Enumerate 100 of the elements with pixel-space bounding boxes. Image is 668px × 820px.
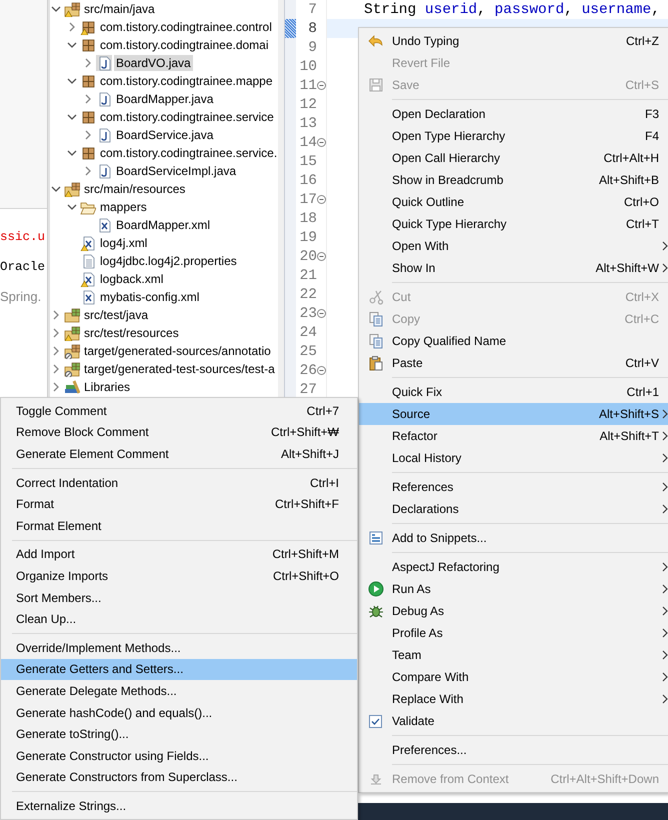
menu-item-label: Format <box>16 497 56 512</box>
shortcut-text: Alt+Shift+W <box>596 261 659 275</box>
menu-item[interactable]: Show in Breadcrumb Alt+Shift+B <box>359 169 668 191</box>
menu-item[interactable]: Generate Constructor using Fields... <box>1 744 357 766</box>
menu-item[interactable]: Source Alt+Shift+S <box>359 403 668 425</box>
tree-row[interactable]: mappers <box>66 198 149 216</box>
menu-item[interactable]: Format Ctrl+Shift+F <box>1 493 357 515</box>
tree-row[interactable]: com.tistory.codingtrainee.domai <box>66 36 271 54</box>
tree-row[interactable]: src/main/resources <box>50 180 188 198</box>
menu-item[interactable]: Quick Type Hierarchy Ctrl+T <box>359 213 668 235</box>
menu-item-label: Declarations <box>392 502 460 516</box>
menu-item-label: Quick Outline <box>392 195 466 209</box>
menu-item[interactable]: Quick Outline Ctrl+O <box>359 191 668 213</box>
tree-row[interactable]: com.tistory.codingtrainee.mappe <box>66 72 275 90</box>
menu-item[interactable]: Generate Getters and Setters... <box>1 658 357 680</box>
tree-row[interactable]: com.tistory.codingtrainee.service <box>66 108 276 126</box>
menu-item[interactable]: Quick Fix Ctrl+1 <box>359 381 668 403</box>
menu-item[interactable]: Format Element <box>1 514 357 537</box>
tree-item-label: log4jdbc.log4j2.properties <box>99 253 238 269</box>
tree-row[interactable]: log4jdbc.log4j2.properties <box>66 252 239 270</box>
tree-row[interactable]: src/test/resources <box>50 324 181 342</box>
menu-item[interactable]: Sort Members... <box>1 586 357 608</box>
line-number: 16 <box>300 172 317 188</box>
tree-row[interactable]: com.tistory.codingtrainee.service. <box>66 144 278 162</box>
menu-item-label: Organize Imports <box>16 568 110 583</box>
tree-row[interactable]: mybatis-config.xml <box>66 288 202 306</box>
clipboard-icon <box>368 355 384 371</box>
console-text: Oracle <box>0 259 46 275</box>
menu-item-label: Source <box>392 407 432 421</box>
menu-item[interactable]: Undo Typing Ctrl+Z <box>359 30 668 52</box>
menu-item[interactable]: AspectJ Refactoring <box>359 556 668 578</box>
menu-item[interactable]: Add Import Ctrl+Shift+M <box>1 544 357 566</box>
menu-item-label: Quick Fix <box>392 385 444 399</box>
menu-item[interactable]: Generate Delegate Methods... <box>1 680 357 702</box>
menu-item[interactable]: References <box>359 476 668 498</box>
menu-item[interactable]: Preferences... <box>359 739 668 761</box>
menu-item-label: Correct Indentation <box>16 476 120 490</box>
shortcut-text: Ctrl+X <box>625 290 659 304</box>
menu-item[interactable]: Run As <box>359 578 668 600</box>
tree-row[interactable]: target/generated-test-sources/test-a <box>50 360 277 378</box>
menu-item-label: Quick Type Hierarchy <box>392 217 508 231</box>
menu-item[interactable]: Team <box>359 644 668 666</box>
tree-item-label: BoardVO.java <box>114 55 193 71</box>
tree-row[interactable]: logback.xml <box>66 270 166 288</box>
menu-item[interactable]: Generate Constructors from Superclass... <box>1 766 357 788</box>
tree-row[interactable]: src/main/java <box>50 0 157 18</box>
scissors-icon <box>368 289 384 305</box>
menu-item[interactable]: Compare With <box>359 666 668 688</box>
menu-item[interactable]: Profile As <box>359 622 668 644</box>
shortcut-text: Ctrl+O <box>624 195 659 209</box>
menu-item[interactable]: Debug As <box>359 600 668 622</box>
tree-row[interactable]: BoardServiceImpl.java <box>82 162 238 180</box>
menu-item[interactable]: Open Declaration F3 <box>359 103 668 125</box>
menu-item[interactable]: Paste Ctrl+V <box>359 352 668 374</box>
tree-item-label: BoardService.java <box>115 127 214 143</box>
menu-item-label: Generate Constructor using Fields... <box>16 748 210 763</box>
menu-item[interactable]: Open Call Hierarchy Ctrl+Alt+H <box>359 147 668 169</box>
tree-row[interactable]: BoardVO.java <box>82 54 193 72</box>
menu-item[interactable]: Correct Indentation Ctrl+I <box>1 472 357 494</box>
menu-item[interactable]: Override/Implement Methods... <box>1 636 357 659</box>
menu-item[interactable]: Copy Qualified Name <box>359 330 668 352</box>
menu-item[interactable]: Generate toString()... <box>1 723 357 745</box>
menu-item[interactable]: Declarations <box>359 498 668 520</box>
tree-item-label: target/generated-test-sources/test-a <box>83 361 276 377</box>
menu-item[interactable]: Externalize Strings... <box>1 795 357 817</box>
menu-item[interactable]: Generate Element Comment Alt+Shift+J <box>1 443 357 465</box>
run-icon <box>368 581 384 597</box>
line-number: 25 <box>300 344 317 360</box>
shortcut-text: Ctrl+C <box>624 312 659 326</box>
menu-item[interactable]: Validate <box>359 710 668 732</box>
menu-item[interactable]: Refactor Alt+Shift+T <box>359 425 668 447</box>
tree-row[interactable]: target/generated-sources/annotatio <box>50 342 273 360</box>
menu-item-label: Save <box>392 78 420 92</box>
tree-item-label: com.tistory.codingtrainee.service. <box>99 145 278 161</box>
menu-item[interactable]: Clean Up... <box>1 608 357 630</box>
tree-row[interactable]: BoardService.java <box>82 126 216 144</box>
tree-item-label: src/main/resources <box>83 181 186 197</box>
menu-item[interactable]: Add to Snippets... <box>359 527 668 549</box>
menu-item[interactable]: Local History <box>359 447 668 469</box>
menu-item[interactable]: Open Type Hierarchy F4 <box>359 125 668 147</box>
shortcut-text: Ctrl+Z <box>626 34 659 48</box>
tree-item-label: log4j.xml <box>99 235 148 251</box>
menu-item-label: Open Type Hierarchy <box>392 129 506 143</box>
tree-row[interactable]: BoardMapper.xml <box>82 216 212 234</box>
menu-item[interactable]: Generate hashCode() and equals()... <box>1 702 357 724</box>
menu-item[interactable]: Toggle Comment Ctrl+7 <box>1 400 357 422</box>
menu-item-label: Open Call Hierarchy <box>392 151 502 165</box>
tree-row[interactable]: com.tistory.codingtrainee.control <box>66 18 274 36</box>
tree-row[interactable]: src/test/java <box>50 306 150 324</box>
copy-icon <box>368 333 384 349</box>
tree-row[interactable]: Libraries <box>50 378 132 396</box>
menu-item-label: Add Import <box>16 547 76 562</box>
menu-item[interactable]: Organize Imports Ctrl+Shift+O <box>1 565 357 587</box>
menu-item[interactable]: Open With <box>359 235 668 257</box>
menu-item[interactable]: Replace With <box>359 688 668 710</box>
line-number: 7 <box>308 2 317 18</box>
menu-item[interactable]: Remove Block Comment Ctrl+Shift+₩ <box>1 422 357 444</box>
tree-row[interactable]: BoardMapper.java <box>82 90 216 108</box>
menu-item[interactable]: Show In Alt+Shift+W <box>359 257 668 279</box>
tree-row[interactable]: log4j.xml <box>66 234 150 252</box>
